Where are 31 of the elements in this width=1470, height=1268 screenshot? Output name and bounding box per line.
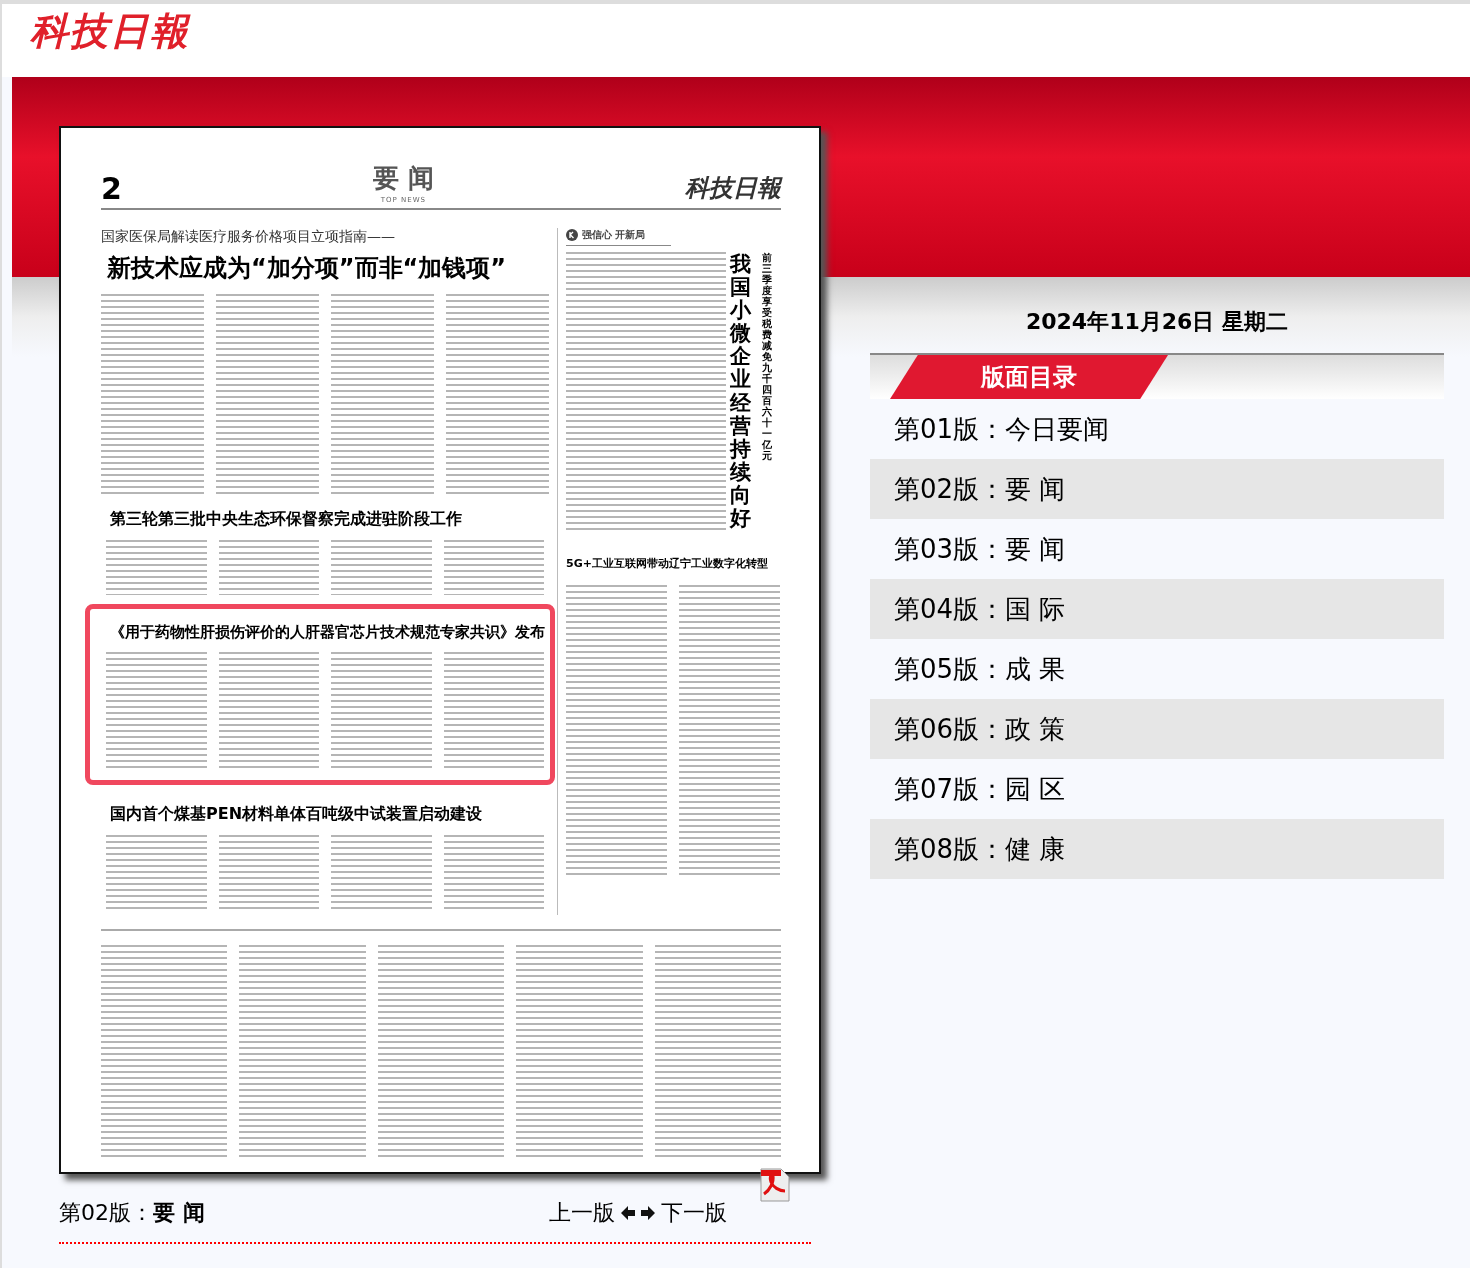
k-circle-icon [566, 229, 578, 241]
toc-item[interactable]: 第04版：国 际 [870, 579, 1444, 639]
page-number: 2 [101, 174, 122, 204]
section-title: 要 闻 [372, 162, 434, 195]
column-label: 强信心 开新局 [582, 228, 646, 242]
toc-item[interactable]: 第05版：成 果 [870, 639, 1444, 699]
toc-item[interactable]: 第06版：政 策 [870, 699, 1444, 759]
pdf-icon[interactable] [759, 1168, 791, 1202]
article-highlight[interactable]: 《用于药物性肝损伤评价的人肝器官芯片技术规范专家共识》发布 [85, 604, 555, 785]
headline-kicker: 前三季度享受税费减免九千四百六十一亿元 [762, 252, 772, 463]
site-logo[interactable]: 科技日報 [30, 6, 190, 57]
toc-item[interactable]: 第01版：今日要闻 [870, 399, 1444, 459]
headline-kicker: 国家医保局解读医疗服务价格项目立项指南—— [101, 228, 396, 246]
toc-item[interactable]: 第08版：健 康 [870, 819, 1444, 879]
next-page-link[interactable]: 下一版 [661, 1198, 727, 1228]
toc-item[interactable]: 第02版：要 闻 [870, 459, 1444, 519]
headline[interactable]: 新技术应成为“加分项”而非“加钱项” [107, 252, 549, 284]
current-page-label: 第02版：要 闻 [59, 1199, 205, 1227]
left-arrow-icon [621, 1205, 635, 1221]
toc-item[interactable]: 第07版：园 区 [870, 759, 1444, 819]
masthead: 科技日報 [685, 172, 781, 204]
vertical-headline[interactable]: 我国小微企业经营持续向好 [730, 252, 751, 532]
headline[interactable]: 《用于药物性肝损伤评价的人肝器官芯片技术规范专家共识》发布 [106, 623, 544, 642]
date-label: 2024年11月26日 星期二 [1024, 308, 1290, 336]
previous-page-link[interactable]: 上一版 [549, 1198, 615, 1228]
right-arrow-icon [641, 1205, 655, 1221]
headline[interactable]: 5G+工业互联网带动辽宁工业数字化转型 [566, 556, 780, 571]
headline[interactable]: 国内首个煤基PEN材料单体百吨级中试装置启动建设 [106, 804, 544, 825]
headline[interactable]: 第三轮第三批中央生态环保督察完成进驻阶段工作 [106, 509, 544, 530]
toc-item[interactable]: 第03版：要 闻 [870, 519, 1444, 579]
toc-title: 版面目录 [890, 355, 1168, 399]
